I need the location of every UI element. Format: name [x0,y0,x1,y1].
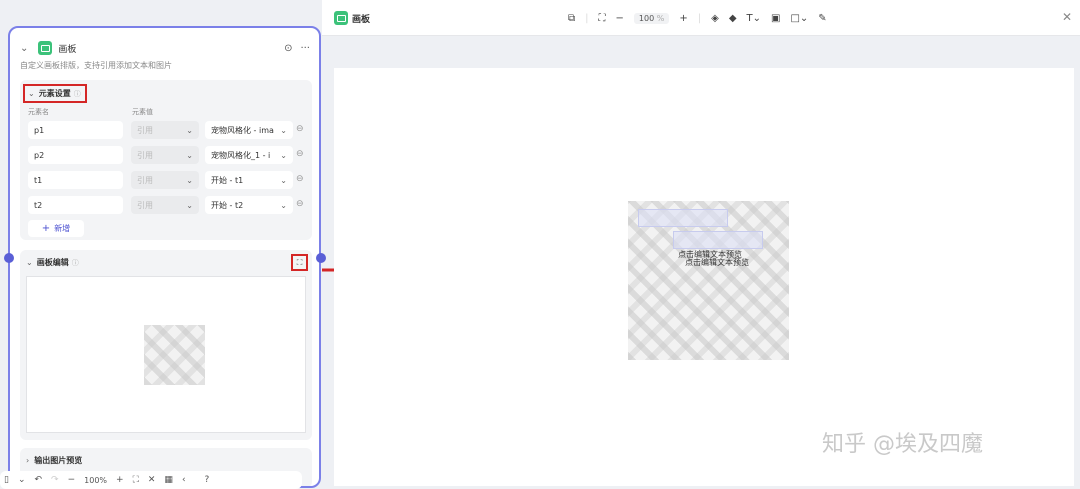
text-tool-icon[interactable]: T⌄ [747,13,762,24]
stack-icon[interactable]: ◆ [729,13,737,24]
node-title: 画板 [58,44,77,55]
canvas-app-icon [38,41,53,55]
editor-app-icon [334,11,348,25]
artboard[interactable]: 点击编辑文本预览 点击编辑文本预览 [628,201,789,360]
remove-icon[interactable]: ⊖ [296,199,304,209]
redo-icon[interactable]: ↷ [51,475,59,485]
help-icon[interactable]: ? [205,475,210,485]
element-value-label: 宠物风格化_1 - i [211,150,271,160]
editor-canvas-area[interactable]: 点击编辑文本预览 点击编辑文本预览 知乎 @埃及四魔 [334,68,1074,486]
canvas-section-title: 画板编辑 [36,258,69,267]
element-name-t2[interactable]: t2 [28,196,123,214]
more-icon[interactable]: ··· [300,43,310,54]
reference-label: 引用 [137,150,153,160]
zoom-in-icon[interactable]: + [116,475,124,485]
run-icon[interactable]: ⊙ [284,43,292,54]
output-section-header[interactable]: › 输出图片预览 [26,455,82,466]
collapse-icon[interactable]: ✕ [148,475,156,485]
chevron-down-icon: ⌄ [280,125,287,135]
zoom-out-icon[interactable]: − [68,475,76,485]
element-value-label: 开始 - t2 [211,200,244,210]
column-name-header: 元素名 [28,108,49,116]
remove-icon[interactable]: ⊖ [296,149,304,159]
canvas-node-card[interactable]: ⌄ 画板 ⊙ ··· 自定义画板排版，支持引用添加文本和图片 ⌄ 元素设置 ⓘ … [8,26,321,488]
element-value-label: 宠物风格化 - ima [211,125,274,135]
reference-select[interactable]: 引用 ⌄ [131,121,199,139]
input-port[interactable] [4,253,14,263]
info-icon: ⓘ [73,89,81,98]
node-description: 自定义画板排版，支持引用添加文本和图片 [20,61,172,70]
separator: | [585,12,589,24]
fit-view-icon[interactable]: ⛶ [133,475,139,485]
pan-tool-icon[interactable]: ▯ [4,475,9,485]
chevron-down-icon: ⌄ [186,150,193,160]
zoom-level[interactable]: 100% [84,476,107,485]
element-value-select[interactable]: 开始 - t2 ⌄ [205,196,293,214]
pen-tool-icon[interactable]: ✎ [818,13,826,24]
zoom-value: 100 [638,13,655,23]
remove-icon[interactable]: ⊖ [296,124,304,134]
add-element-label: 新增 [54,224,71,233]
frame-icon[interactable]: ⧉ [568,13,575,24]
chevron-down-icon: ⌄ [280,200,287,210]
chevron-down-icon: ⌄ [280,150,287,160]
output-section-title: 输出图片预览 [34,456,83,465]
zoom-input[interactable]: 100 % [633,12,670,24]
fit-screen-icon[interactable]: ⛶ [599,13,606,24]
expand-chevron-icon: ⌄ [28,89,35,98]
reference-label: 引用 [137,125,153,135]
canvas-thumbnail [144,325,205,385]
fullscreen-button[interactable]: ⛶ [291,254,308,271]
element-value-select[interactable]: 宠物风格化 - ima ⌄ [205,121,293,139]
info-icon: ⓘ [71,258,79,267]
elements-section-header[interactable]: ⌄ 元素设置 ⓘ [23,84,87,103]
close-icon[interactable]: ✕ [1062,10,1072,24]
expand-icon: ⛶ [296,257,303,267]
watermark: 知乎 @埃及四魔 [822,432,983,457]
collapse-chevron-icon[interactable]: ⌄ [20,43,28,54]
plus-icon: + [41,223,51,234]
element-name-t1[interactable]: t1 [28,171,123,189]
element-value-select[interactable]: 开始 - t1 ⌄ [205,171,293,189]
back-icon[interactable]: ‹ [182,475,186,485]
image-tool-icon[interactable]: ▣ [771,13,780,24]
column-value-header: 元素值 [132,108,153,116]
reference-label: 引用 [137,175,153,185]
grid-icon[interactable]: ▦ [164,475,173,485]
reference-label: 引用 [137,200,153,210]
chevron-down-icon: ⌄ [186,175,193,185]
element-value-select[interactable]: 宠物风格化_1 - i ⌄ [205,146,293,164]
node-header: ⌄ 画板 ⊙ ··· [20,38,310,58]
reference-select[interactable]: 引用 ⌄ [131,146,199,164]
image-placeholder[interactable] [673,231,763,249]
chevron-down-icon: ⌄ [186,200,193,210]
expand-chevron-icon: ⌄ [26,258,33,267]
undo-icon[interactable]: ↶ [35,475,43,485]
element-name-p1[interactable]: p1 [28,121,123,139]
chevron-down-icon: ⌄ [280,175,287,185]
canvas-preview-area[interactable] [26,276,306,433]
layers-icon[interactable]: ◈ [711,13,719,24]
bottom-toolbar: ▯ ⌄ ↶ ↷ − 100% + ⛶ ✕ ▦ ‹ ? [0,471,302,489]
canvas-section-header[interactable]: ⌄ 画板编辑 ⓘ [26,257,79,268]
chevron-down-icon[interactable]: ⌄ [18,475,26,485]
zoom-in-icon[interactable]: + [679,13,687,24]
shape-tool-icon[interactable]: □⌄ [790,13,808,24]
elements-section-title: 元素设置 [38,89,71,98]
collapsed-chevron-icon: › [26,456,30,465]
separator: | [697,12,702,24]
element-name-p2[interactable]: p2 [28,146,123,164]
add-element-button[interactable]: + 新增 [28,220,84,237]
editor-title: 画板 [352,15,371,25]
text-element[interactable]: 点击编辑文本预览 [685,257,749,268]
reference-select[interactable]: 引用 ⌄ [131,196,199,214]
editor-toolbar: ⧉ | ⛶ − 100 % + | ◈ ◆ T⌄ ▣ □⌄ ✎ [568,10,827,26]
zoom-out-icon[interactable]: − [616,13,624,24]
remove-icon[interactable]: ⊖ [296,174,304,184]
reference-select[interactable]: 引用 ⌄ [131,171,199,189]
zoom-unit: % [656,13,665,23]
chevron-down-icon: ⌄ [186,125,193,135]
image-placeholder[interactable] [638,209,728,227]
element-value-label: 开始 - t1 [211,175,244,185]
